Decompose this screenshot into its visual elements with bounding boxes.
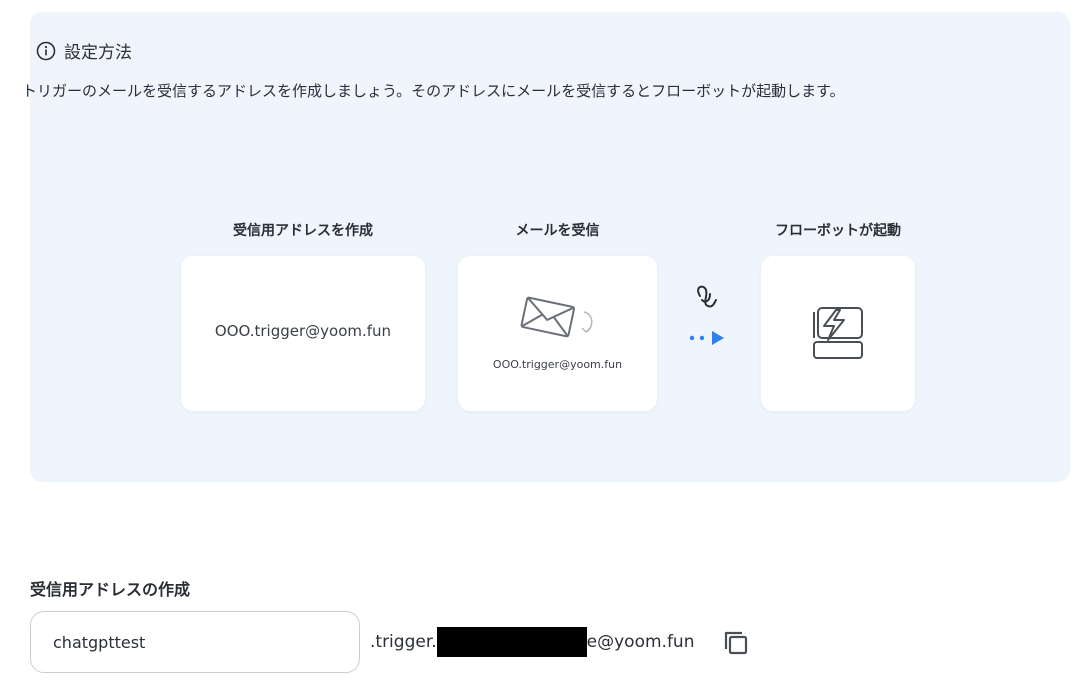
address-suffix-domain: e@yoom.fun xyxy=(586,632,695,652)
step-card-email-address: OOO.trigger@yoom.fun xyxy=(492,358,623,371)
copy-icon xyxy=(722,629,750,657)
envelope-icon xyxy=(518,292,600,344)
info-description: トリガーのメールを受信するアドレスを作成しましょう。そのアドレスにメールを受信す… xyxy=(22,82,845,100)
step-card-create-address: OOO.trigger@yoom.fun xyxy=(181,256,425,411)
redacted-block xyxy=(436,627,587,657)
step-label-create-address: 受信用アドレスを作成 xyxy=(233,223,373,239)
address-suffix-prefix: .trigger. xyxy=(370,632,437,652)
flowbot-lightning-icon xyxy=(810,304,866,362)
address-name-input[interactable] xyxy=(30,611,360,673)
step-card-flowbot-start xyxy=(761,256,915,411)
address-suffix: .trigger. e@yoom.fun xyxy=(370,626,694,658)
copy-button[interactable] xyxy=(720,627,752,659)
flow-arrow-icon xyxy=(688,282,734,348)
info-title: 設定方法 xyxy=(64,43,132,63)
address-section-label: 受信用アドレスの作成 xyxy=(30,580,191,599)
step-card-receive-mail: OOO.trigger@yoom.fun xyxy=(458,256,657,411)
info-header: 設定方法 xyxy=(36,38,132,63)
info-circle-icon xyxy=(36,41,56,61)
step-label-receive-mail: メールを受信 xyxy=(515,223,600,239)
step-label-flowbot-start: フローボットが起動 xyxy=(775,223,901,239)
step-card-email-address: OOO.trigger@yoom.fun xyxy=(214,322,392,340)
